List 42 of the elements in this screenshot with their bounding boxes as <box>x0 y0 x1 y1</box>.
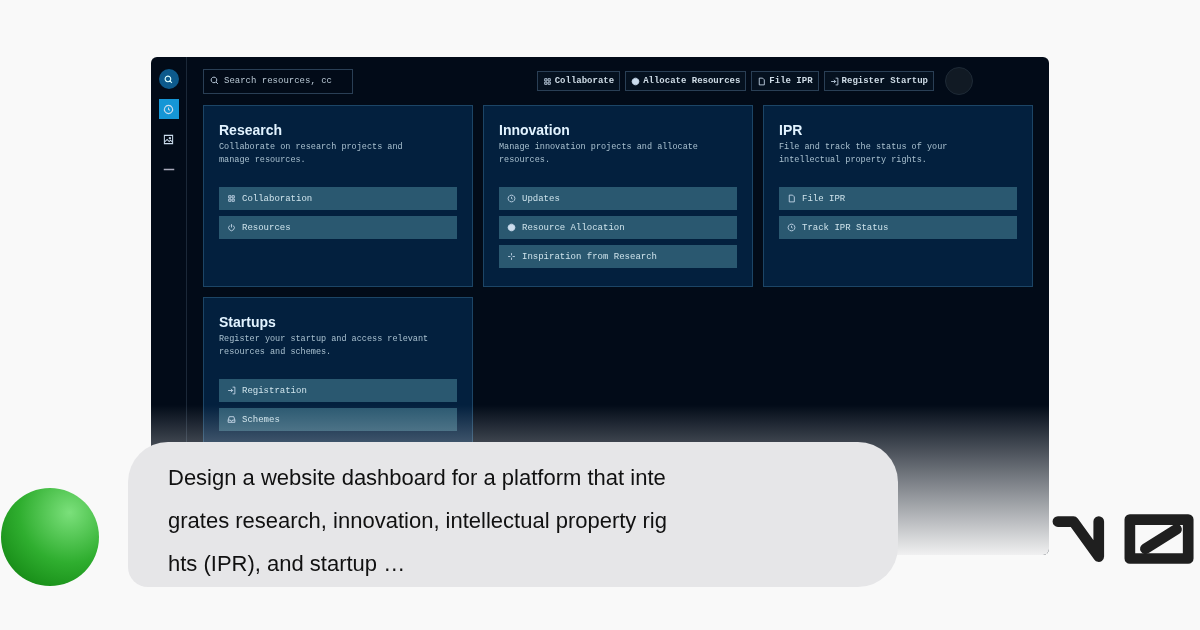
card-action[interactable]: Schemes <box>219 408 457 431</box>
card-action[interactable]: Track IPR Status <box>779 216 1017 239</box>
sidebar-item[interactable] <box>158 99 179 119</box>
dash-icon <box>162 167 175 171</box>
prompt-text: Design a website dashboard for a platform that inte <box>168 464 666 492</box>
action-button[interactable]: Collaborate <box>536 71 621 91</box>
clock-icon <box>507 194 516 203</box>
card-description: Collaborate on research projects and manage resources. <box>219 141 404 167</box>
card-title: Startups <box>219 314 277 330</box>
card-description: File and track the status of your intellectual property rights. <box>779 141 949 167</box>
card-action[interactable]: Resources <box>219 216 457 239</box>
document-icon <box>787 194 796 203</box>
clock-icon <box>163 103 174 115</box>
card-description: Manage innovation projects and allocate resources. <box>499 141 699 167</box>
card-title: Innovation <box>499 122 571 138</box>
prompt-text: grates research, innovation, intellectual property rig <box>168 507 667 535</box>
card-action[interactable]: File IPR <box>779 187 1017 210</box>
grid-icon <box>542 76 552 86</box>
card-title: Research <box>219 122 284 138</box>
image-icon <box>163 133 174 145</box>
card-action[interactable]: Registration <box>219 379 457 402</box>
card-action[interactable]: Collaboration <box>219 187 457 210</box>
action-button[interactable]: Register Startup <box>823 71 934 91</box>
document-icon <box>757 76 767 86</box>
login-icon <box>829 76 839 86</box>
card-description: Register your startup and access relevant resources and schemes. <box>219 333 430 359</box>
grid-icon <box>227 194 236 203</box>
action-button[interactable]: File IPR <box>751 71 819 91</box>
power-icon <box>227 223 236 232</box>
clock-icon <box>787 223 796 232</box>
card-title: IPR <box>779 122 804 138</box>
login-icon <box>227 386 236 395</box>
card-action[interactable]: Inspiration from Research <box>499 245 737 268</box>
action-button[interactable]: Allocate Resources <box>625 71 747 91</box>
prompt-text: hts (IPR), and startup … <box>168 550 406 578</box>
sparkle-icon <box>507 252 516 261</box>
brand-logo[interactable] <box>158 69 179 89</box>
card-action[interactable]: Resource Allocation <box>499 216 737 239</box>
tray-icon <box>227 415 236 424</box>
search-icon <box>210 75 219 85</box>
card-action[interactable]: Updates <box>499 187 737 210</box>
search-field[interactable]: Search resources, cc <box>203 68 353 94</box>
